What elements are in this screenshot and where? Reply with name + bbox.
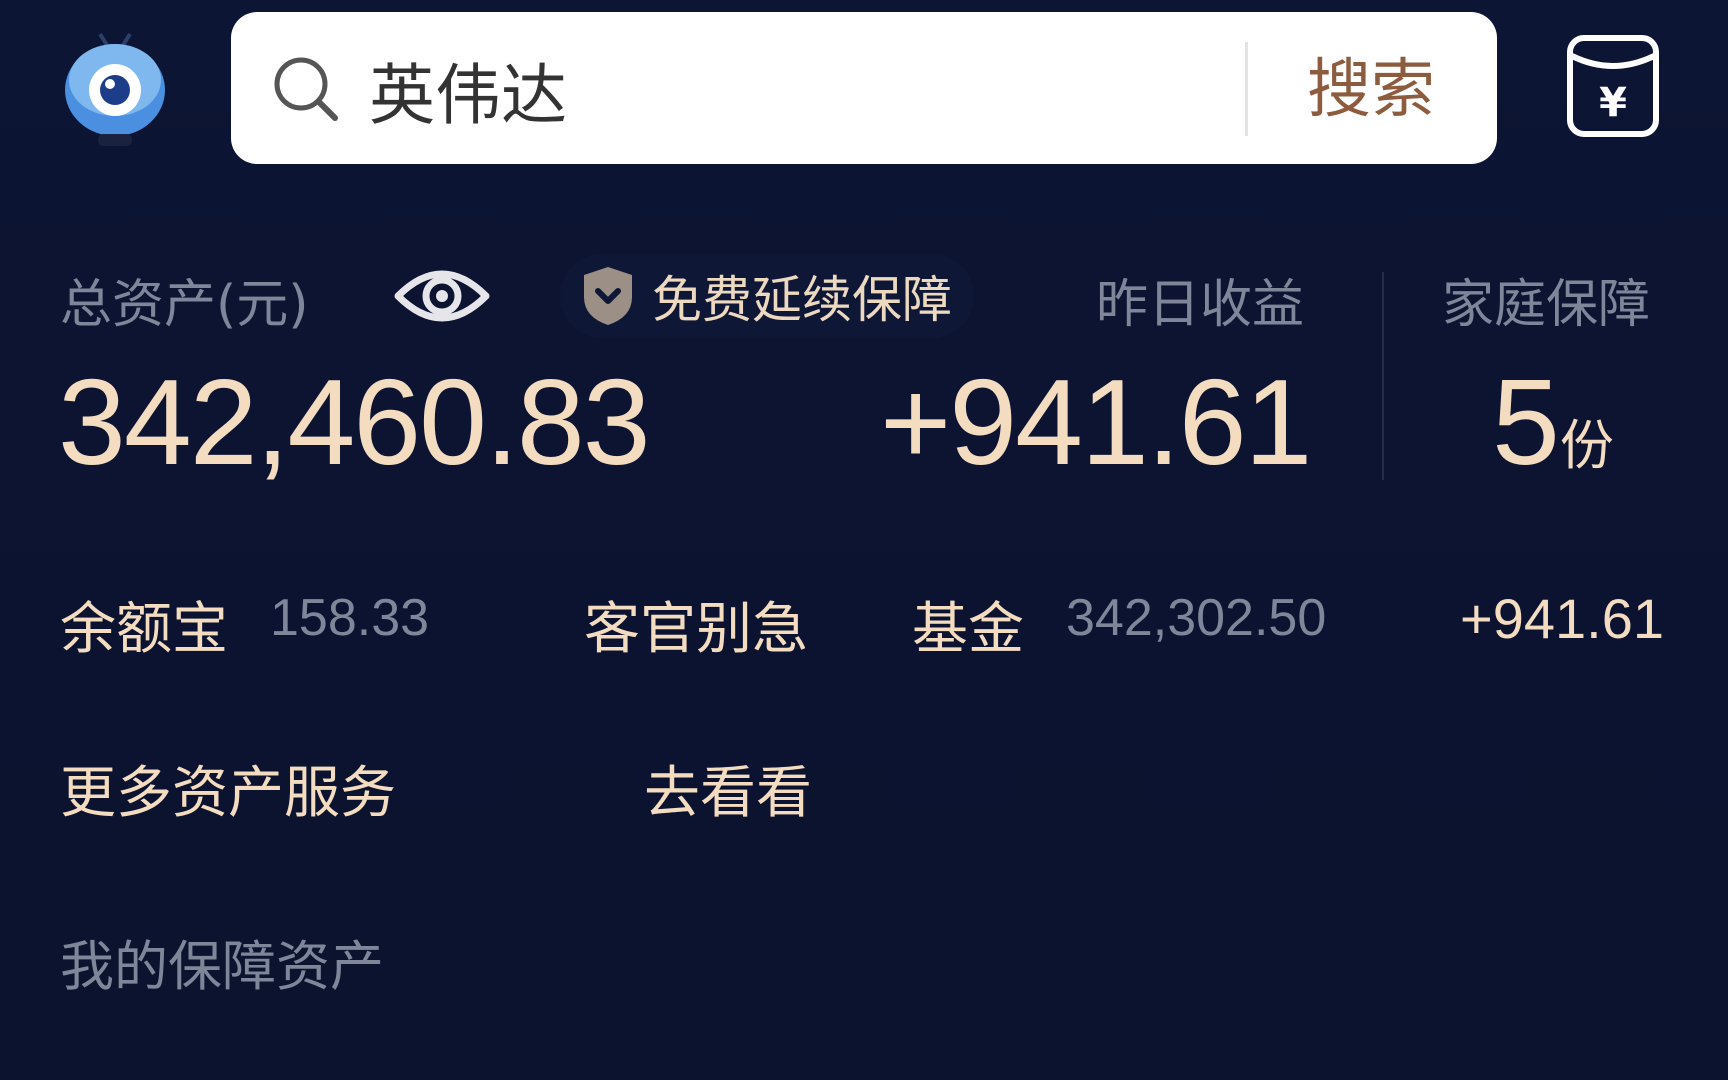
search-bar[interactable]: 搜索 <box>231 12 1497 164</box>
eye-icon[interactable] <box>394 258 490 334</box>
family-protection-unit: 份 <box>1559 414 1614 477</box>
search-button[interactable]: 搜索 <box>1271 48 1471 132</box>
search-icon <box>274 57 338 121</box>
shield-icon <box>584 267 632 325</box>
family-protection-count: 5 <box>1492 354 1560 490</box>
vertical-divider <box>1382 272 1384 480</box>
search-divider <box>1245 42 1248 136</box>
avatar-mascot-icon[interactable] <box>60 28 170 148</box>
slogan-text: 客官别急 <box>584 597 808 662</box>
total-assets-value[interactable]: 342,460.83 <box>58 352 651 492</box>
fund-gain: +941.61 <box>1460 587 1664 650</box>
search-input[interactable] <box>369 50 1369 130</box>
yuebao-label[interactable]: 余额宝 <box>60 584 228 665</box>
protect-badge[interactable]: 免费延续保障 <box>560 254 974 338</box>
family-protection-value[interactable]: 5份 <box>1492 352 1614 492</box>
assets-page: 搜索 ¥ 总资产(元) 免费延续保障 昨日收益 家庭保障 342,460.83 … <box>0 0 1728 1080</box>
more-asset-services-label: 更多资产服务 <box>60 761 396 826</box>
protect-badge-label: 免费延续保障 <box>652 271 952 329</box>
my-protection-assets-title: 我的保障资产 <box>60 935 384 998</box>
yuebao-value: 158.33 <box>270 589 430 647</box>
go-see-link[interactable]: 去看看 <box>644 748 812 829</box>
fund-label[interactable]: 基金 <box>912 584 1024 665</box>
fund-value: 342,302.50 <box>1066 589 1327 647</box>
yesterday-earnings-value[interactable]: +941.61 <box>880 352 1312 492</box>
red-envelope-yuan-icon[interactable]: ¥ <box>1566 34 1660 138</box>
yesterday-earnings-label: 昨日收益 <box>1096 275 1305 335</box>
svg-text:¥: ¥ <box>1599 80 1627 126</box>
family-protection-label: 家庭保障 <box>1442 275 1651 335</box>
total-assets-label: 总资产(元) <box>60 275 309 335</box>
